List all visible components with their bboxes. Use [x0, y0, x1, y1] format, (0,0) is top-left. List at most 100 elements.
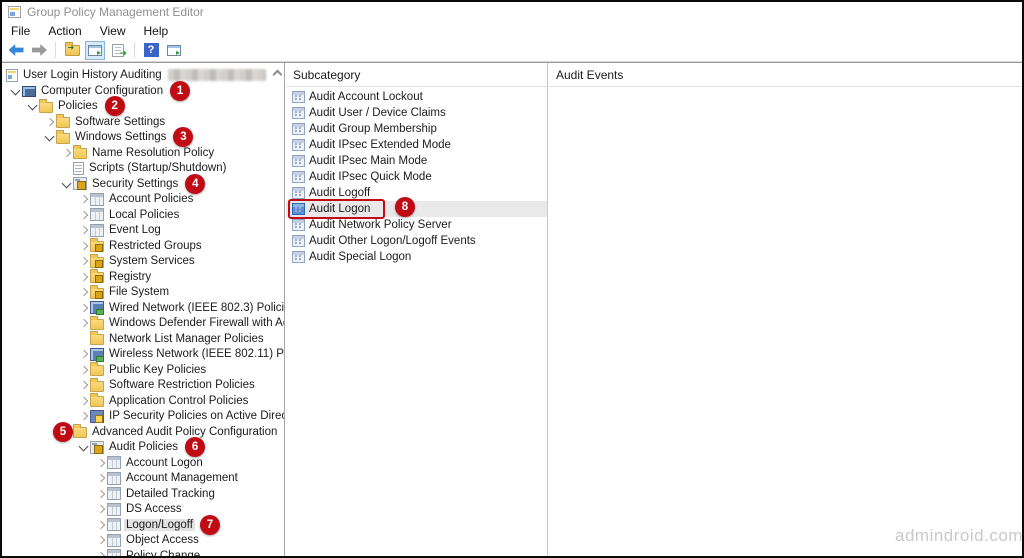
tree-item-public-key-policies[interactable]: Public Key Policies — [2, 362, 284, 378]
tree-item-application-control-policies[interactable]: Application Control Policies — [2, 393, 284, 409]
menu-action[interactable]: Action — [39, 23, 90, 39]
tree-item-label: Advanced Audit Policy Configuration — [90, 426, 279, 438]
chevron-collapsed-icon[interactable] — [78, 349, 90, 359]
chevron-collapsed-icon[interactable] — [78, 365, 90, 375]
tree-item-detailed-tracking[interactable]: Detailed Tracking — [2, 486, 284, 502]
chevron-up-icon[interactable] — [273, 69, 281, 77]
new-window-icon[interactable] — [164, 41, 184, 60]
forward-arrow-icon[interactable] — [29, 41, 49, 60]
tree-item-label: Policies — [56, 100, 100, 112]
subcategory-item-audit-other-logon-logoff-events[interactable]: Audit Other Logon/Logoff Events — [286, 233, 547, 249]
folder-icon — [90, 319, 104, 330]
chevron-collapsed-icon[interactable] — [44, 117, 56, 127]
chevron-expanded-icon[interactable] — [10, 86, 22, 96]
tree-root-item[interactable]: User Login History Auditing — [2, 67, 284, 83]
chevron-collapsed-icon[interactable] — [78, 396, 90, 406]
annotation-badge-2: 2 — [105, 96, 125, 116]
tree-item-file-system[interactable]: File System — [2, 284, 284, 300]
export-list-icon[interactable] — [108, 41, 128, 60]
chevron-collapsed-icon[interactable] — [78, 225, 90, 235]
tree-item-policy-change[interactable]: Policy Change — [2, 548, 284, 557]
subcategory-item-audit-logoff[interactable]: Audit Logoff — [286, 185, 547, 201]
tree-item-label: Object Access — [124, 534, 201, 546]
chevron-collapsed-icon[interactable] — [95, 520, 107, 530]
chevron-collapsed-icon[interactable] — [78, 241, 90, 251]
chevron-expanded-icon[interactable] — [61, 179, 73, 189]
chevron-collapsed-icon[interactable] — [95, 458, 107, 468]
chevron-collapsed-icon[interactable] — [95, 504, 107, 514]
up-one-level-icon[interactable] — [62, 41, 82, 60]
chevron-collapsed-icon[interactable] — [78, 411, 90, 421]
chevron-collapsed-icon[interactable] — [78, 318, 90, 328]
tree-item-label: IP Security Policies on Active Directory — [107, 410, 285, 422]
tree-item-scripts-startup-shutdown-[interactable]: Scripts (Startup/Shutdown) — [2, 160, 284, 176]
subcategory-item-audit-special-logon[interactable]: Audit Special Logon — [286, 249, 547, 265]
chevron-collapsed-icon[interactable] — [78, 287, 90, 297]
tree-item-logon-logoff[interactable]: Logon/Logoff7 — [2, 517, 284, 533]
chevron-collapsed-icon[interactable] — [78, 210, 90, 220]
chevron-collapsed-icon[interactable] — [61, 148, 73, 158]
audit-policy-icon — [292, 107, 305, 119]
tree-item-ds-access[interactable]: DS Access — [2, 501, 284, 517]
subcategory-item-audit-user-device-claims[interactable]: Audit User / Device Claims — [286, 105, 547, 121]
tree-item-event-log[interactable]: Event Log — [2, 222, 284, 238]
chevron-collapsed-icon[interactable] — [78, 256, 90, 266]
menu-help[interactable]: Help — [135, 23, 178, 39]
tree-item-software-settings[interactable]: Software Settings — [2, 114, 284, 130]
chevron-collapsed-icon[interactable] — [78, 194, 90, 204]
tree-item-object-access[interactable]: Object Access — [2, 532, 284, 548]
subcategory-item-audit-network-policy-server[interactable]: Audit Network Policy Server — [286, 217, 547, 233]
show-console-tree-icon[interactable] — [85, 41, 105, 60]
tree-item-audit-policies[interactable]: Audit Policies6 — [2, 439, 284, 455]
tree-item-software-restriction-policies[interactable]: Software Restriction Policies — [2, 377, 284, 393]
audit-events-column-header[interactable]: Audit Events — [549, 63, 1022, 87]
tree-item-account-policies[interactable]: Account Policies — [2, 191, 284, 207]
subcategory-item-audit-logon[interactable]: Audit Logon — [286, 201, 547, 217]
subcategory-item-audit-ipsec-quick-mode[interactable]: Audit IPsec Quick Mode — [286, 169, 547, 185]
subcategory-column-header[interactable]: Subcategory — [286, 63, 547, 87]
tree-item-wired-network-ieee-802-3-policies[interactable]: Wired Network (IEEE 802.3) Policies — [2, 300, 284, 316]
chevron-expanded-icon[interactable] — [44, 132, 56, 142]
subcategory-item-label: Audit Logoff — [309, 187, 370, 199]
tree-item-wireless-network-ieee-802-11-policie[interactable]: Wireless Network (IEEE 802.11) Policie — [2, 346, 284, 362]
tree-item-advanced-audit-policy-configuration[interactable]: 5Advanced Audit Policy Configuration — [2, 424, 284, 440]
help-icon[interactable]: ? — [141, 41, 161, 60]
chevron-collapsed-icon[interactable] — [95, 473, 107, 483]
back-arrow-icon[interactable] — [6, 41, 26, 60]
chevron-collapsed-icon[interactable] — [78, 272, 90, 282]
tree-item-label: Network List Manager Policies — [107, 333, 266, 345]
tree-item-computer-configuration[interactable]: Computer Configuration1 — [2, 83, 284, 99]
subcategory-item-audit-ipsec-main-mode[interactable]: Audit IPsec Main Mode — [286, 153, 547, 169]
tree-item-security-settings[interactable]: Security Settings4 — [2, 176, 284, 192]
chevron-expanded-icon[interactable] — [78, 442, 90, 452]
chevron-collapsed-icon[interactable] — [78, 303, 90, 313]
tree-item-name-resolution-policy[interactable]: Name Resolution Policy — [2, 145, 284, 161]
chevron-collapsed-icon[interactable] — [78, 380, 90, 390]
tree-item-registry[interactable]: Registry — [2, 269, 284, 285]
subcategory-item-audit-account-lockout[interactable]: Audit Account Lockout — [286, 89, 547, 105]
tree-item-label: Public Key Policies — [107, 364, 208, 376]
tree-item-system-services[interactable]: System Services — [2, 253, 284, 269]
table-icon — [90, 224, 104, 237]
subcategory-item-label: Audit IPsec Main Mode — [309, 155, 427, 167]
tree-item-account-logon[interactable]: Account Logon — [2, 455, 284, 471]
chevron-collapsed-icon[interactable] — [95, 489, 107, 499]
tree-item-local-policies[interactable]: Local Policies — [2, 207, 284, 223]
tree-item-network-list-manager-policies[interactable]: Network List Manager Policies — [2, 331, 284, 347]
chevron-collapsed-icon[interactable] — [95, 535, 107, 545]
tree-item-label: Audit Policies — [107, 441, 180, 453]
tree-item-restricted-groups[interactable]: Restricted Groups — [2, 238, 284, 254]
tree-root-label: User Login History Auditing — [21, 69, 164, 81]
tree-item-account-management[interactable]: Account Management — [2, 470, 284, 486]
tree-item-windows-settings[interactable]: Windows Settings3 — [2, 129, 284, 145]
tree-item-ip-security-policies-on-active-directory[interactable]: IP Security Policies on Active Directory — [2, 408, 284, 424]
subcategory-item-label: Audit Group Membership — [309, 123, 437, 135]
tree-item-windows-defender-firewall-with-adva[interactable]: Windows Defender Firewall with Adva — [2, 315, 284, 331]
subcategory-item-audit-ipsec-extended-mode[interactable]: Audit IPsec Extended Mode — [286, 137, 547, 153]
subcategory-item-audit-group-membership[interactable]: Audit Group Membership — [286, 121, 547, 137]
menu-view[interactable]: View — [91, 23, 135, 39]
chevron-collapsed-icon[interactable] — [95, 551, 107, 557]
tree-item-policies[interactable]: Policies 2 — [2, 98, 284, 114]
chevron-expanded-icon[interactable] — [27, 101, 39, 111]
menu-file[interactable]: File — [2, 23, 39, 39]
